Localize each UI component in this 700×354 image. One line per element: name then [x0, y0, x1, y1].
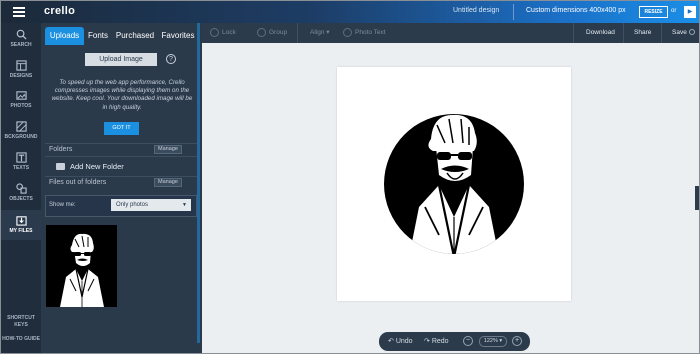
lock-icon [210, 28, 219, 37]
rail-label-objects: OBJECTS [9, 196, 33, 202]
rail-item-objects[interactable]: OBJECTS [1, 183, 41, 202]
tab-fonts[interactable]: Fonts [86, 27, 110, 45]
lock-label: Lock [222, 29, 236, 37]
upload-image-button[interactable]: Upload Image [85, 53, 157, 66]
files-manage-button[interactable]: Manage [154, 178, 182, 187]
tab-uploads[interactable]: Uploads [45, 27, 84, 45]
save-status-icon [688, 29, 695, 36]
right-panel-handle[interactable] [695, 186, 699, 210]
texts-icon [15, 152, 27, 163]
search-icon [16, 29, 27, 40]
howto-guide-link[interactable]: HOW-TO GUIDE [1, 336, 41, 343]
undo-label: Undo [395, 338, 413, 345]
compression-notice: To speed up the web app performance, Cre… [51, 79, 193, 111]
canvas-toolbar: Lock Group Align ▾ Photo Text Download S… [202, 23, 699, 43]
rail-label-texts: TEXTS [12, 165, 30, 171]
design-dimensions: Custom dimensions 400x400 px [526, 7, 626, 14]
panel-divider [45, 143, 197, 144]
group-button[interactable]: Group [257, 28, 287, 37]
design-artwork [384, 114, 524, 254]
photo-text-button[interactable]: Photo Text [343, 28, 386, 37]
toolbar-divider [661, 23, 662, 43]
rail-label-photos: PHOTOS [10, 103, 32, 109]
shortcut-keys-link[interactable]: SHORTCUT KEYS [1, 315, 41, 329]
toolbar-divider [297, 23, 298, 43]
photo-text-label: Photo Text [355, 29, 386, 37]
group-label: Group [269, 29, 288, 37]
app-window: crello Untitled design Custom dimensions… [1, 1, 699, 353]
add-new-folder-link[interactable]: Add New Folder [70, 162, 124, 171]
left-rail: SEARCH DESIGNS PHOTOS BCKGROUND TEXTS OB… [1, 23, 41, 353]
zoom-in-icon[interactable]: + [512, 336, 522, 346]
zoom-out-icon[interactable]: − [463, 336, 473, 346]
save-button[interactable]: Save [672, 29, 695, 36]
align-dropdown[interactable]: Align ▾ [310, 28, 330, 36]
design-page[interactable] [337, 67, 571, 301]
bottom-controls: ↶ Undo ↷ Redo − 122% ▾ + [379, 332, 530, 351]
download-button[interactable]: Download [586, 29, 615, 36]
show-me-select[interactable]: Only photos ▼ [111, 199, 191, 211]
menu-icon[interactable] [13, 7, 25, 17]
share-button[interactable]: Share [634, 29, 651, 36]
designs-icon [15, 60, 27, 71]
redo-icon: ↷ [424, 338, 430, 345]
lock-button[interactable]: Lock [210, 28, 236, 37]
resize-button[interactable]: RESIZE [639, 6, 668, 18]
got-it-button[interactable]: GOT IT [104, 122, 139, 135]
rail-item-texts[interactable]: TEXTS [1, 152, 41, 171]
group-icon [257, 28, 266, 37]
rail-item-designs[interactable]: DESIGNS [1, 60, 41, 79]
show-me-value: Only photos [116, 202, 149, 208]
photos-icon [15, 91, 27, 100]
save-label: Save [672, 29, 687, 36]
topbar-divider [513, 4, 514, 20]
show-me-label: Show me: [49, 202, 76, 208]
toolbar-divider [573, 23, 574, 43]
redo-label: Redo [431, 338, 449, 345]
rail-label-search: SEARCH [10, 42, 32, 48]
redo-button[interactable]: ↷ Redo [424, 337, 449, 345]
chevron-down-icon: ▼ [182, 202, 187, 208]
rail-item-my-files[interactable]: MY FILES [1, 210, 41, 240]
rail-label-background: BCKGROUND [4, 134, 38, 140]
tab-favorites[interactable]: Favorites [159, 27, 197, 45]
rail-item-photos[interactable]: PHOTOS [1, 90, 41, 109]
rail-item-background[interactable]: BCKGROUND [1, 121, 41, 140]
design-name[interactable]: Untitled design [453, 7, 499, 14]
panel-scrollbar[interactable] [197, 23, 200, 343]
undo-icon: ↶ [388, 338, 394, 345]
panel-tabs: Uploads Fonts Purchased Favorites [41, 27, 202, 45]
photo-text-icon [343, 28, 352, 37]
uploaded-image-graphic [46, 225, 117, 307]
help-icon[interactable]: ? [166, 54, 176, 64]
panel-divider [45, 156, 197, 157]
uploaded-image-thumbnail[interactable] [46, 225, 117, 307]
app-logo: crello [44, 5, 76, 17]
panel-divider [45, 176, 197, 177]
undo-button[interactable]: ↶ Undo [388, 337, 413, 345]
or-label: or [671, 8, 677, 14]
rail-item-search[interactable]: SEARCH [1, 29, 41, 48]
objects-icon [15, 183, 27, 194]
tab-purchased[interactable]: Purchased [114, 27, 156, 45]
folder-icon [56, 163, 65, 170]
top-bar: crello Untitled design Custom dimensions… [1, 1, 699, 23]
folders-manage-button[interactable]: Manage [154, 145, 182, 154]
go-button[interactable]: ▶ [684, 6, 696, 18]
my-files-icon [15, 216, 27, 226]
rail-label-my-files: MY FILES [9, 228, 33, 234]
files-out-of-folders-label: Files out of folders [49, 179, 107, 186]
uploads-panel: Uploads Fonts Purchased Favorites Upload… [41, 23, 202, 353]
background-icon [15, 121, 27, 132]
rail-label-designs: DESIGNS [9, 73, 33, 79]
toolbar-divider [623, 23, 624, 43]
zoom-level-select[interactable]: 122% ▾ [479, 336, 507, 347]
folders-label: Folders [49, 146, 73, 153]
